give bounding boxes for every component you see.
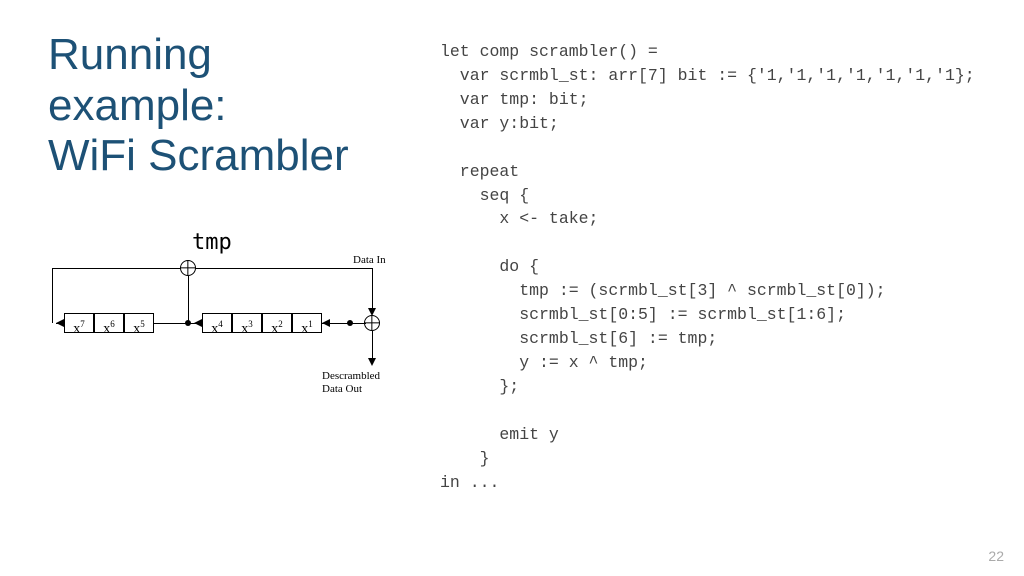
scrambler-diagram: tmp Data In Descrambled Data Out x7 x6 x… <box>42 258 422 428</box>
register-x2: x2 <box>262 313 292 333</box>
page-number: 22 <box>988 548 1004 564</box>
wire <box>52 268 372 269</box>
title-line-2: example: <box>48 81 227 130</box>
code-listing: let comp scrambler() = var scrmbl_st: ar… <box>440 40 975 495</box>
register-x7: x7 <box>64 313 94 333</box>
register-x1: x1 <box>292 313 322 333</box>
wire <box>188 276 189 323</box>
register-x4: x4 <box>202 313 232 333</box>
title-line-1: Running <box>48 30 212 79</box>
register-x3: x3 <box>232 313 262 333</box>
wire <box>372 331 373 361</box>
register-x6: x6 <box>94 313 124 333</box>
arrow-left-icon <box>322 319 330 327</box>
slide-title: Running example: WiFi Scrambler <box>48 30 349 182</box>
register-x5: x5 <box>124 313 154 333</box>
data-in-label: Data In <box>353 254 386 267</box>
xor-icon <box>364 315 380 331</box>
xor-icon <box>180 260 196 276</box>
tmp-label: tmp <box>192 230 232 255</box>
wire <box>52 268 53 323</box>
arrow-left-icon <box>194 319 202 327</box>
title-line-3: WiFi Scrambler <box>48 131 349 180</box>
data-out-label: Descrambled Data Out <box>322 370 380 395</box>
arrow-down-icon <box>368 358 376 366</box>
